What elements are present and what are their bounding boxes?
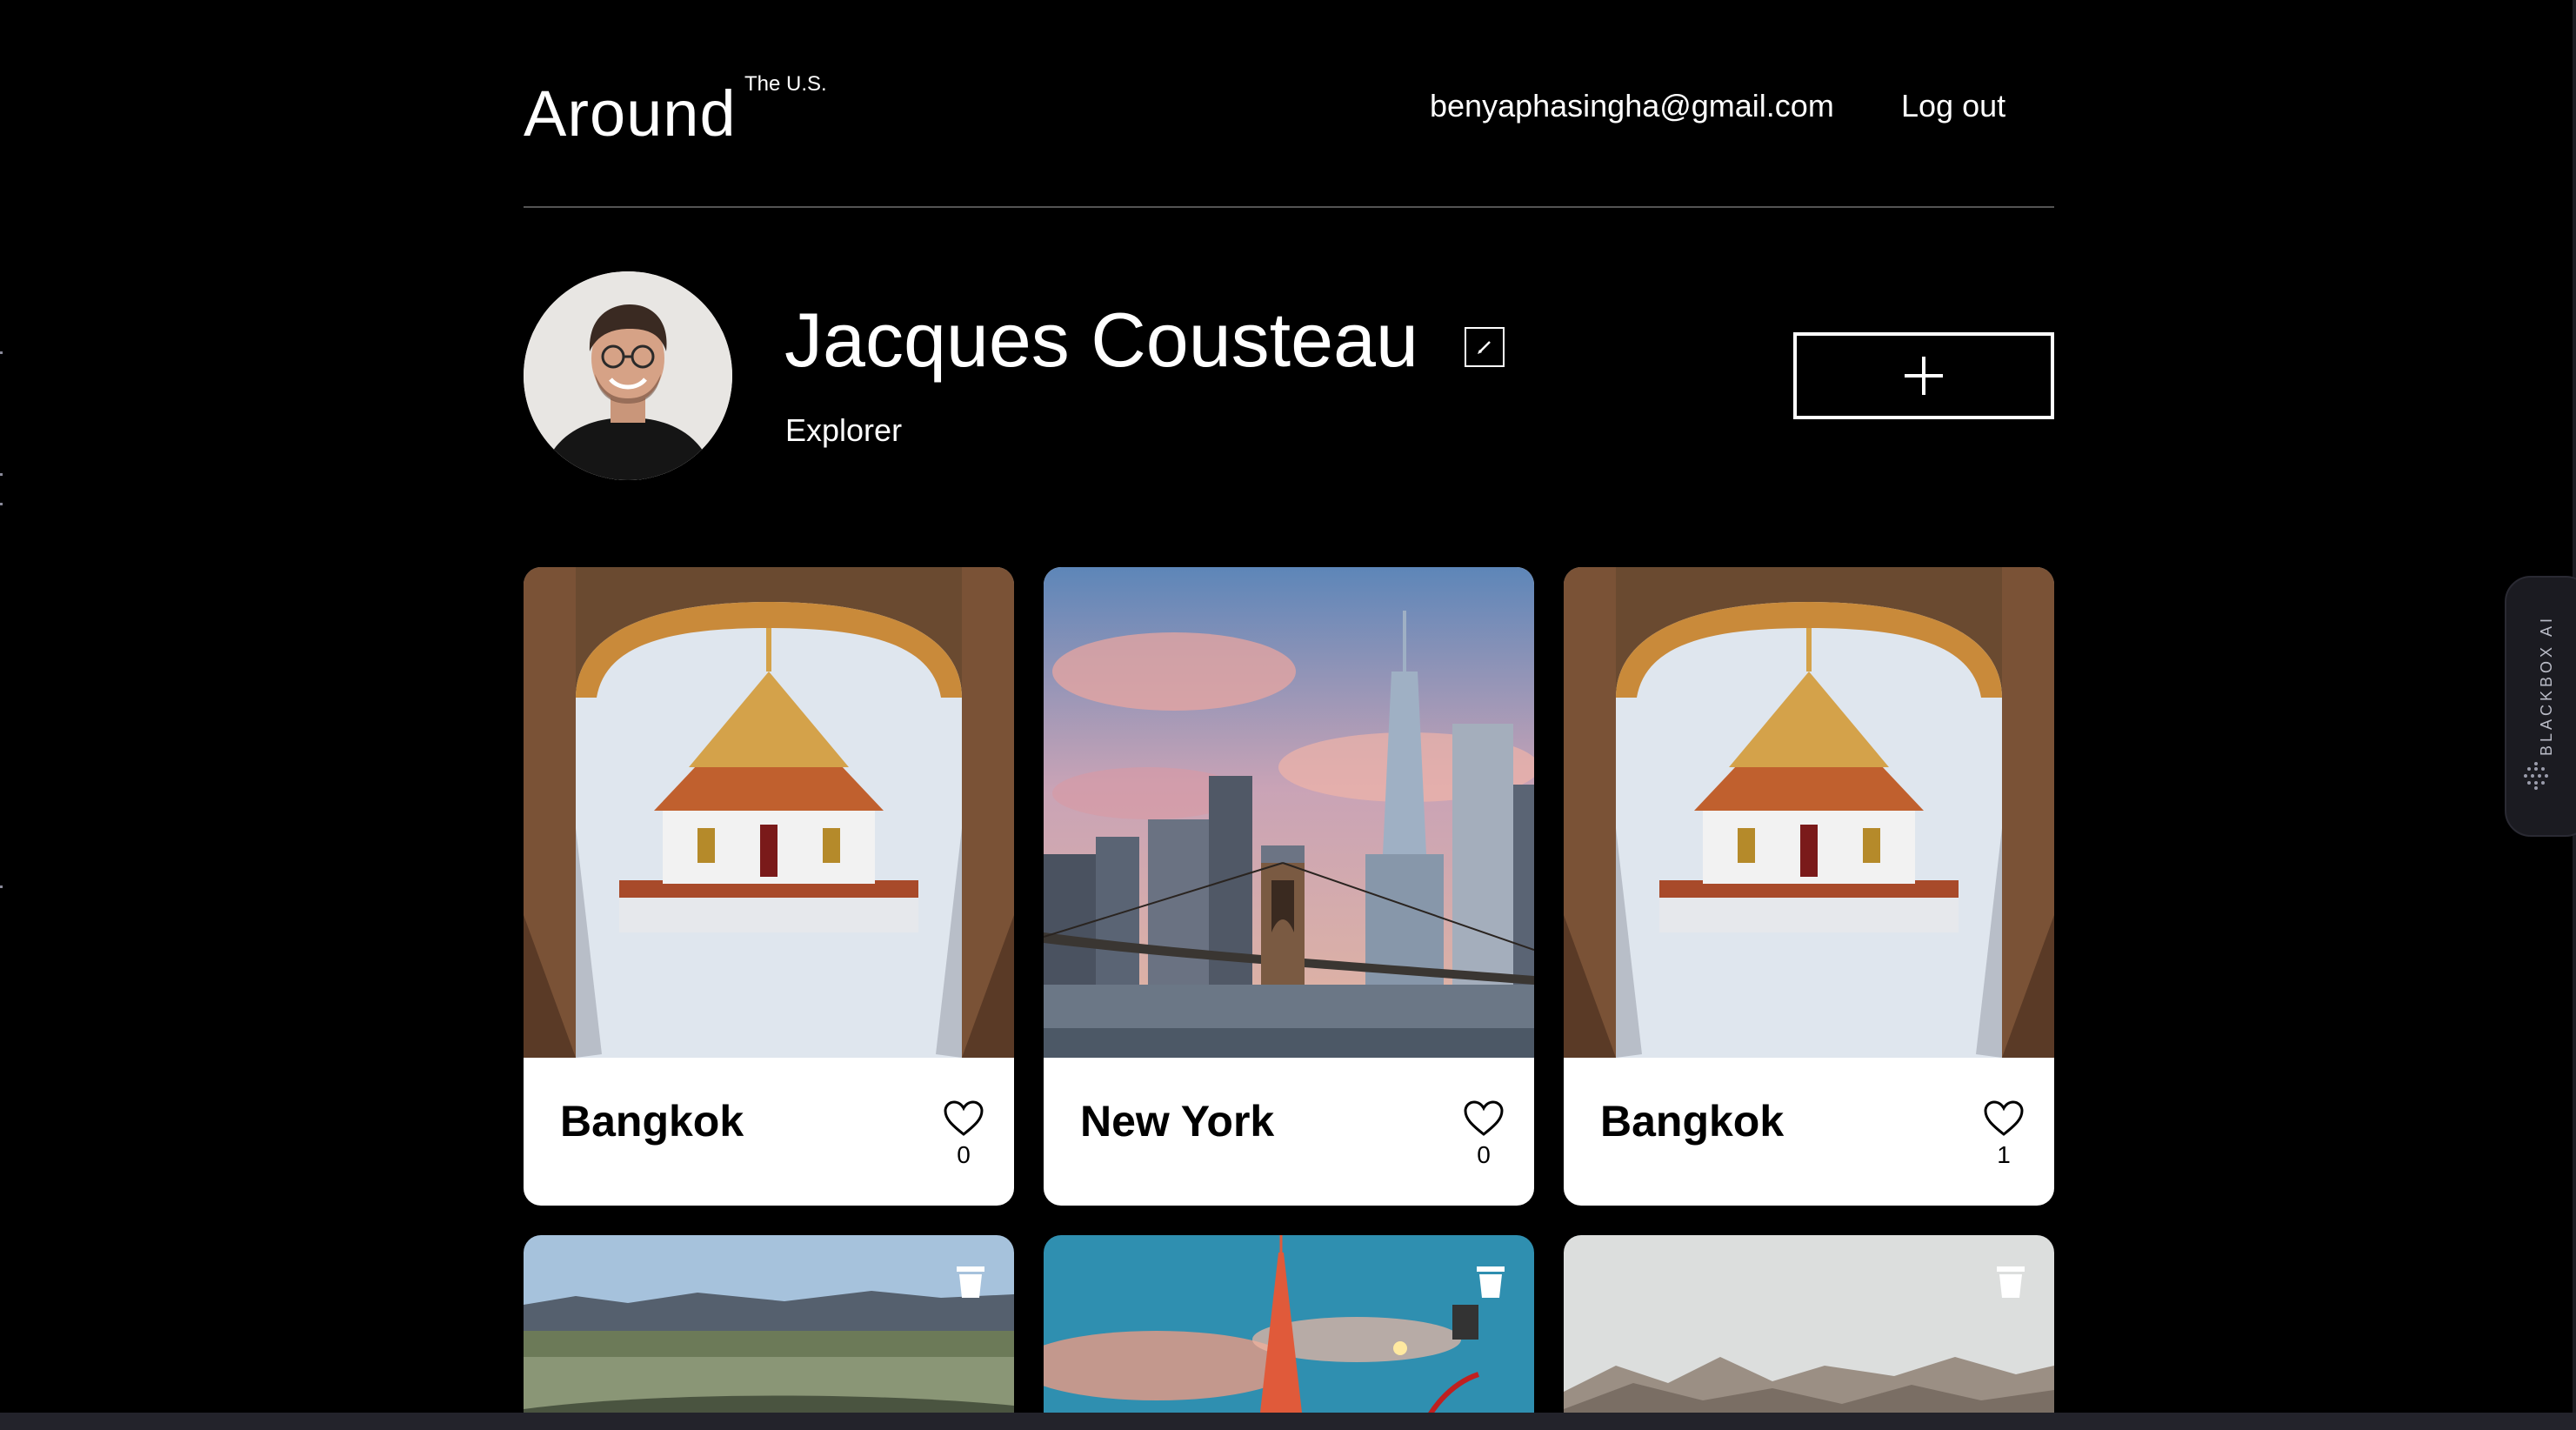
place-card: New York 0 (1044, 567, 1534, 1206)
header-divider (524, 206, 2054, 208)
bottom-bar (0, 1413, 2576, 1430)
heart-icon (944, 1100, 984, 1136)
blackbox-label: BLACKBOX AI (2538, 614, 2555, 756)
trash-icon (957, 1266, 984, 1298)
avatar[interactable] (524, 271, 732, 480)
plus-icon (1905, 357, 1943, 395)
card-image[interactable] (524, 567, 1014, 1058)
trash-icon (1997, 1266, 2025, 1298)
like-count: 0 (957, 1141, 971, 1168)
profile-job: Explorer (785, 412, 903, 448)
like-count: 0 (1477, 1141, 1491, 1168)
place-card (524, 1235, 1014, 1413)
like-button[interactable] (1463, 1099, 1505, 1138)
temple-photo-icon (1564, 567, 2054, 1058)
blackbox-ai-tab[interactable]: BLACKBOX AI (2505, 576, 2576, 837)
card-title: Bangkok (1600, 1097, 1785, 1146)
logo-text: Around (524, 77, 737, 150)
card-title: New York (1080, 1097, 1275, 1146)
like-button[interactable] (1983, 1099, 2025, 1138)
page: Around The U.S. benyaphasingha@gmail.com… (0, 0, 2573, 1413)
card-image[interactable] (1564, 567, 2054, 1058)
place-card: Bangkok 1 (1564, 567, 2054, 1206)
skyline-bridge-photo-icon (1044, 567, 1534, 1058)
trash-icon (1477, 1266, 1505, 1298)
temple-photo-icon (524, 567, 1014, 1058)
user-email: benyaphasingha@gmail.com (1430, 88, 1834, 124)
edit-profile-button[interactable] (1465, 327, 1505, 367)
card-title: Bangkok (560, 1097, 744, 1146)
profile-name: Jacques Cousteau (784, 297, 1418, 383)
delete-button[interactable] (1475, 1265, 1506, 1300)
place-card: Bangkok 0 (524, 567, 1014, 1206)
place-card (1044, 1235, 1534, 1413)
header: Around The U.S. benyaphasingha@gmail.com… (524, 70, 2054, 209)
logo-superscript: The U.S. (744, 72, 827, 96)
add-place-button[interactable] (1793, 332, 2054, 419)
like-count: 1 (1997, 1141, 2011, 1168)
blackbox-logo-icon (2524, 762, 2548, 790)
pencil-icon (1478, 341, 1491, 354)
like-button[interactable] (943, 1099, 984, 1138)
logout-link[interactable]: Log out (1901, 88, 2005, 124)
delete-button[interactable] (955, 1265, 986, 1300)
place-card (1564, 1235, 2054, 1413)
card-image[interactable] (1044, 567, 1534, 1058)
profile-photo-icon (524, 271, 732, 480)
great-wall-photo-icon[interactable] (1564, 1235, 2054, 1413)
tokyo-tower-photo-icon[interactable] (1044, 1235, 1534, 1413)
heart-icon (1464, 1100, 1504, 1136)
valley-city-photo-icon[interactable] (524, 1235, 1014, 1413)
delete-button[interactable] (1995, 1265, 2026, 1300)
heart-icon (1984, 1100, 2024, 1136)
